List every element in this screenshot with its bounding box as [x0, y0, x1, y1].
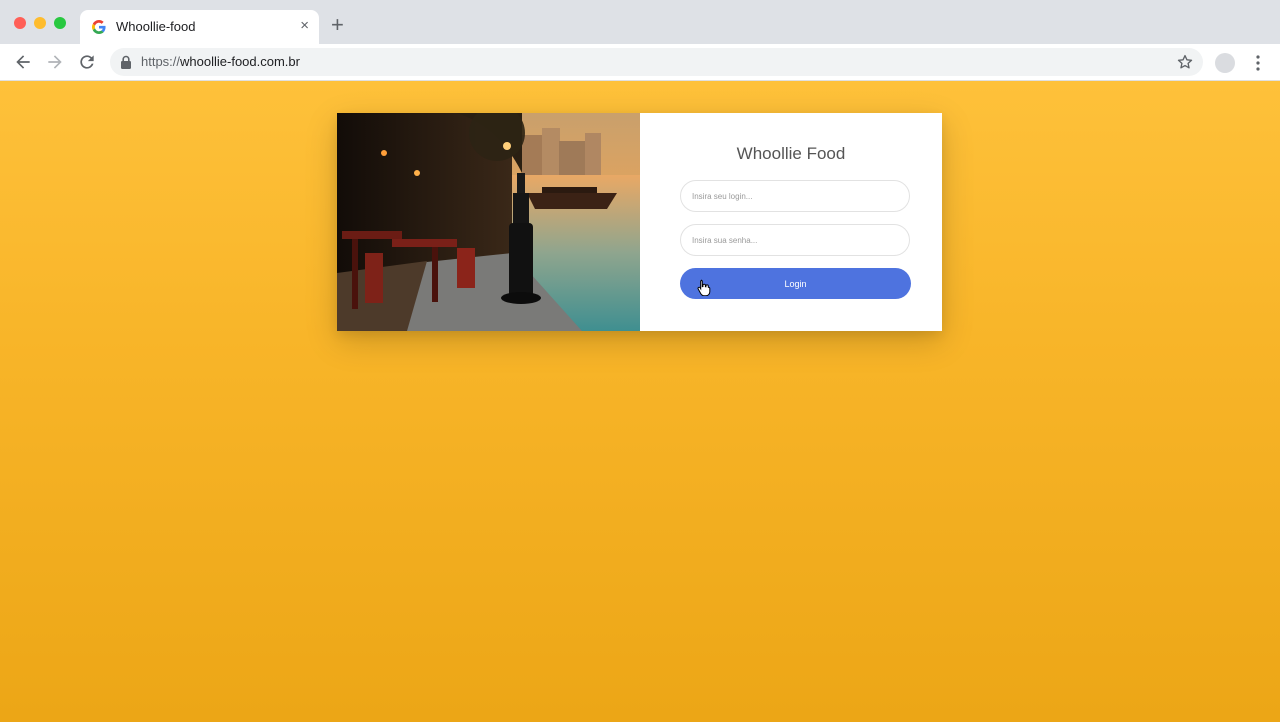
password-input[interactable] — [680, 224, 910, 256]
browser-tab[interactable]: Whoollie-food × — [80, 10, 319, 44]
tab-close-button[interactable]: × — [300, 18, 309, 34]
minimize-window-button[interactable] — [34, 17, 46, 29]
star-icon[interactable] — [1176, 53, 1194, 71]
google-favicon-icon — [92, 20, 106, 34]
back-arrow-icon — [16, 55, 30, 69]
forward-arrow-icon — [48, 55, 62, 69]
browser-tab-bar: Whoollie-food × + — [0, 0, 1280, 44]
browser-toolbar: https://whoollie-food.com.br — [0, 44, 1280, 81]
login-button[interactable]: Login — [680, 268, 911, 299]
lock-icon — [121, 55, 131, 69]
login-input[interactable] — [680, 180, 910, 212]
app-title: Whoollie Food — [736, 144, 846, 163]
tab-title: Whoollie-food — [116, 19, 196, 34]
reload-icon — [80, 55, 94, 69]
new-tab-button[interactable]: + — [331, 14, 344, 36]
profile-avatar[interactable] — [1215, 53, 1235, 73]
url-text: https://whoollie-food.com.br — [141, 54, 300, 69]
hand-cursor-icon — [697, 279, 711, 296]
login-form: Whoollie Food Login — [640, 113, 942, 331]
back-button[interactable] — [13, 52, 33, 72]
more-vert-icon[interactable] — [1251, 53, 1265, 73]
forward-button[interactable] — [45, 52, 65, 72]
close-window-button[interactable] — [14, 17, 26, 29]
page-background: Whoollie Food Login — [0, 81, 1280, 722]
maximize-window-button[interactable] — [54, 17, 66, 29]
restaurant-photo — [337, 113, 640, 331]
login-card: Whoollie Food Login — [337, 113, 942, 331]
address-bar[interactable]: https://whoollie-food.com.br — [110, 48, 1203, 76]
reload-button[interactable] — [77, 52, 97, 72]
url-host: whoollie-food.com.br — [180, 54, 300, 69]
url-scheme: https:// — [141, 54, 181, 69]
